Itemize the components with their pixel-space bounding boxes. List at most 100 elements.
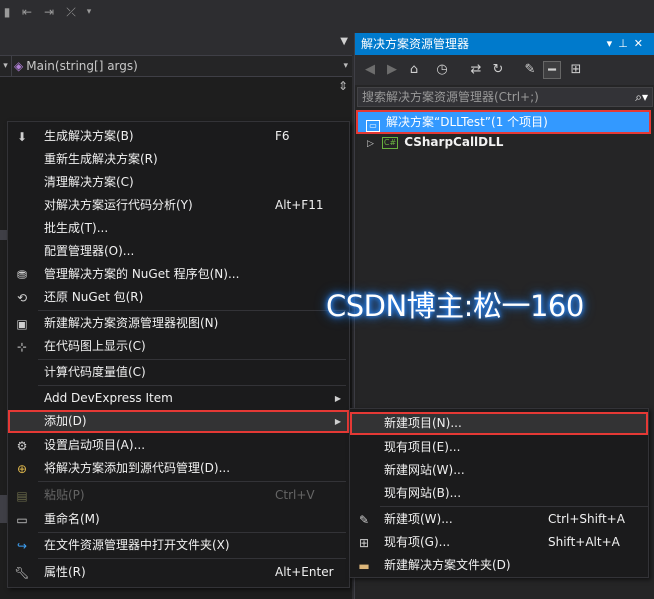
forward-icon[interactable]: ▶ — [383, 61, 401, 79]
solution-node[interactable]: ▭ 解决方案“DLLTest”(1 个项目) — [356, 110, 651, 134]
properties-icon[interactable]: ✎ — [521, 61, 539, 79]
menu-item-open-in-explorer[interactable]: ↪ 在文件资源管理器中打开文件夹(X) — [8, 534, 349, 557]
menu-label: 现有项(G)... — [384, 535, 451, 549]
project-label: CSharpCallDLL — [404, 135, 504, 149]
menu-label: 对解决方案运行代码分析(Y) — [44, 198, 193, 212]
bookmark-prev-icon[interactable]: ⇤ — [20, 5, 34, 19]
project-node[interactable]: ▷ C# CSharpCallDLL — [355, 133, 653, 151]
menu-item-set-startup[interactable]: ⚙ 设置启动项目(A)... — [8, 434, 349, 457]
pin-icon[interactable]: ⊥ — [618, 37, 634, 50]
menu-label: 新建解决方案文件夹(D) — [384, 558, 511, 572]
top-toolbar: ▮ ⇤ ⇥ ⤫ ▾ — [0, 0, 350, 28]
menu-label: 还原 NuGet 包(R) — [44, 290, 144, 304]
rename-icon: ▭ — [16, 513, 28, 527]
new-folder-icon: ▬ — [358, 559, 370, 573]
solution-label: 解决方案“DLLTest”(1 个项目) — [386, 115, 548, 129]
menu-label: 重新生成解决方案(R) — [44, 152, 158, 166]
menu-item-build[interactable]: ⬇ 生成解决方案(B) F6 — [8, 125, 349, 148]
method-selector[interactable]: ◈ Main(string[] args) — [14, 56, 334, 76]
window-position-icon[interactable]: ▾ — [607, 37, 619, 50]
method-label: Main(string[] args) — [26, 59, 138, 73]
member-dropdown-icon[interactable]: ▾ — [0, 56, 12, 76]
new-item-icon: ✎ — [358, 513, 370, 527]
submenu-item-new-website[interactable]: 新建网站(W)... — [350, 459, 648, 482]
history-icon[interactable]: ◷ — [433, 61, 451, 79]
menu-item-new-explorer-view[interactable]: ▣ 新建解决方案资源管理器视图(N) — [8, 312, 349, 335]
menu-item-show-on-code-map[interactable]: ⊹ 在代码图上显示(C) — [8, 335, 349, 358]
open-folder-icon: ↪ — [16, 539, 28, 553]
menu-label: Add DevExpress Item — [44, 391, 173, 405]
menu-label: 新建网站(W)... — [384, 463, 465, 477]
menu-item-add-source-control[interactable]: ⊕ 将解决方案添加到源代码管理(D)... — [8, 457, 349, 480]
menu-label: 属性(R) — [44, 565, 86, 579]
show-all-files-icon[interactable]: ⊞ — [567, 61, 585, 79]
source-control-icon: ⊕ — [16, 462, 28, 476]
menu-shortcut: Ctrl+Shift+A — [548, 512, 625, 526]
home-icon[interactable]: ⌂ — [405, 61, 423, 79]
paste-icon: ▤ — [16, 489, 28, 503]
menu-label: 生成解决方案(B) — [44, 129, 134, 143]
menu-shortcut: Alt+Enter — [275, 565, 334, 579]
submenu-item-new-solution-folder[interactable]: ▬ 新建解决方案文件夹(D) — [350, 554, 648, 577]
submenu-item-new-project[interactable]: 新建项目(N)... — [350, 412, 648, 435]
menu-item-manage-nuget[interactable]: ⛃ 管理解决方案的 NuGet 程序包(N)... — [8, 263, 349, 286]
solution-icon: ▭ — [366, 120, 380, 132]
menu-label: 现有网站(B)... — [384, 486, 462, 500]
menu-label: 现有项目(E)... — [384, 440, 461, 454]
method-dropdown-icon[interactable]: ▾ — [343, 56, 348, 76]
tab-dropdown-icon[interactable]: ▼ — [340, 36, 348, 47]
editor-tab-strip: ▼ — [0, 33, 352, 55]
expand-arrow-icon[interactable]: ▷ — [367, 139, 374, 149]
nuget-icon: ⛃ — [16, 268, 28, 282]
restore-icon: ⟲ — [16, 291, 28, 305]
toolbar-overflow-icon[interactable]: ▾ — [82, 5, 96, 19]
menu-item-properties[interactable]: 🔧︎ 属性(R) Alt+Enter — [8, 561, 349, 584]
menu-label: 粘贴(P) — [44, 488, 85, 502]
sync-icon[interactable]: ⇄ — [467, 61, 485, 79]
bookmark-icon[interactable]: ▮ — [0, 5, 14, 19]
menu-label: 新建解决方案资源管理器视图(N) — [44, 316, 219, 330]
back-icon[interactable]: ◀ — [361, 61, 379, 79]
menu-item-batch-build[interactable]: 批生成(T)... — [8, 217, 349, 240]
menu-separator — [38, 558, 346, 559]
menu-separator — [38, 310, 346, 311]
menu-label: 将解决方案添加到源代码管理(D)... — [44, 461, 231, 475]
bookmark-next-icon[interactable]: ⇥ — [42, 5, 56, 19]
search-icon[interactable]: ⌕▾ — [635, 88, 648, 106]
split-icon[interactable]: ⇕ — [338, 79, 348, 93]
method-icon: ◈ — [14, 59, 24, 73]
menu-item-rebuild[interactable]: 重新生成解决方案(R) — [8, 148, 349, 171]
menu-separator — [38, 359, 346, 360]
submenu-item-existing-website[interactable]: 现有网站(B)... — [350, 482, 648, 505]
menu-item-code-metrics[interactable]: 计算代码度量值(C) — [8, 361, 349, 384]
build-icon: ⬇ — [16, 130, 28, 144]
existing-item-icon: ⊞ — [358, 536, 370, 550]
new-view-icon: ▣ — [16, 317, 28, 331]
menu-label: 批生成(T)... — [44, 221, 109, 235]
submenu-item-existing-item[interactable]: ⊞ 现有项(G)... Shift+Alt+A — [350, 531, 648, 554]
menu-label: 设置启动项目(A)... — [44, 438, 146, 452]
menu-shortcut: Alt+F11 — [275, 198, 324, 212]
bookmark-clear-icon[interactable]: ⤫ — [64, 5, 78, 19]
menu-label: 新建项目(N)... — [384, 416, 462, 430]
collapse-all-icon[interactable]: ━ — [543, 61, 561, 79]
menu-separator — [38, 481, 346, 482]
close-icon[interactable]: ✕ — [634, 37, 649, 50]
menu-item-clean[interactable]: 清理解决方案(C) — [8, 171, 349, 194]
solution-explorer-title: 解决方案资源管理器 ▾⊥✕ — [355, 33, 654, 55]
submenu-item-existing-project[interactable]: 现有项目(E)... — [350, 436, 648, 459]
refresh-icon[interactable]: ↻ — [489, 61, 507, 79]
menu-item-add-devexpress[interactable]: Add DevExpress Item ▶ — [8, 387, 349, 410]
panel-title: 解决方案资源管理器 — [361, 37, 470, 51]
menu-item-add[interactable]: 添加(D) ▶ — [8, 410, 349, 433]
solution-search-input[interactable]: 搜索解决方案资源管理器(Ctrl+;) ⌕▾ — [357, 87, 653, 107]
menu-item-restore-nuget[interactable]: ⟲ 还原 NuGet 包(R) — [8, 286, 349, 309]
submenu-arrow-icon: ▶ — [334, 394, 341, 403]
menu-item-rename[interactable]: ▭ 重命名(M) — [8, 508, 349, 531]
menu-item-paste[interactable]: ▤ 粘贴(P) Ctrl+V — [8, 484, 349, 507]
submenu-item-new-item[interactable]: ✎ 新建项(W)... Ctrl+Shift+A — [350, 508, 648, 531]
menu-item-code-analysis[interactable]: 对解决方案运行代码分析(Y) Alt+F11 — [8, 194, 349, 217]
menu-item-config-manager[interactable]: 配置管理器(O)... — [8, 240, 349, 263]
menu-label: 清理解决方案(C) — [44, 175, 134, 189]
csharp-project-icon: C# — [381, 137, 399, 149]
